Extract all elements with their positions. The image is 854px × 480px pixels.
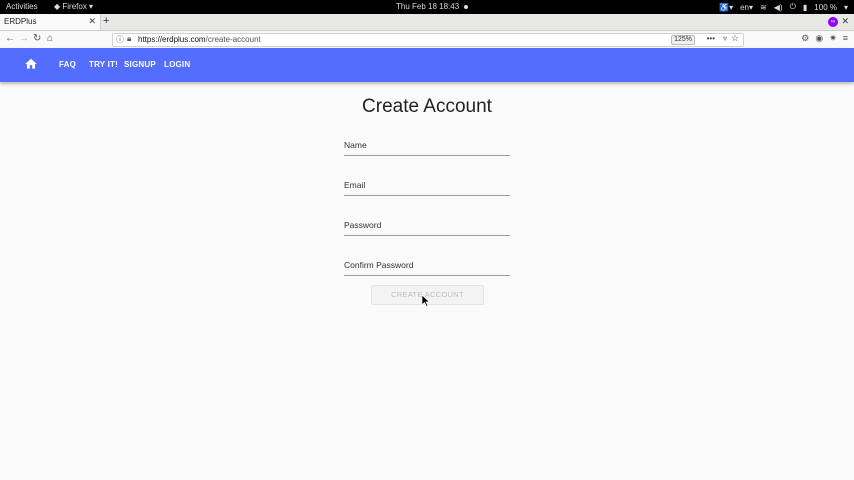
app-menu[interactable]: ◆ Firefox ▾	[54, 2, 93, 11]
name-input[interactable]	[344, 135, 510, 155]
email-input[interactable]	[344, 175, 510, 195]
battery-level: 100 %	[814, 2, 837, 12]
menu-icon[interactable]: ≡	[843, 33, 848, 44]
new-tab-icon[interactable]: +	[103, 15, 109, 27]
password-input[interactable]	[344, 215, 510, 235]
browser-toolbar: ← → ↻ ⌂ ⓘ 🔒︎ https://erdplus.com/create-…	[0, 31, 854, 49]
page-title: Create Account	[362, 96, 492, 117]
home-icon[interactable]: ⌂	[47, 33, 53, 44]
lock-icon[interactable]: 🔒︎	[127, 34, 131, 44]
pocket-icon[interactable]: ▿	[723, 34, 727, 43]
reload-icon[interactable]: ↻	[33, 33, 41, 44]
system-tray[interactable]: ♿▾ en▾ ≋ ◀) ⏻ ▮ 100 % ▾	[719, 2, 848, 12]
theme-icon[interactable]: ✷	[829, 33, 837, 44]
power-icon: ⏻	[789, 2, 796, 11]
activities-button[interactable]: Activities	[6, 2, 38, 11]
chevron-down-icon[interactable]: ▾	[844, 3, 848, 12]
nav-login[interactable]: LOGIN	[164, 60, 190, 69]
url-path: /create-account	[205, 35, 261, 44]
accessibility-icon[interactable]: ♿▾	[719, 3, 733, 12]
keyboard-layout[interactable]: en▾	[740, 3, 753, 12]
close-tab-icon[interactable]: ✕	[88, 16, 96, 27]
mouse-cursor-icon	[422, 295, 430, 307]
url-bar[interactable]: ⓘ 🔒︎ https://erdplus.com/create-account …	[112, 33, 744, 47]
settings-icon[interactable]: ⚙	[801, 33, 809, 44]
app-menu-label: Firefox	[62, 2, 87, 11]
tab-erdplus[interactable]: ERDPlus ✕	[0, 14, 101, 30]
url-host: https://erdplus.com	[138, 35, 206, 44]
nav-signup[interactable]: SIGNUP	[124, 60, 156, 69]
app-header: FAQ TRY IT! SIGNUP LOGIN	[0, 48, 854, 82]
system-top-bar: Activities ◆ Firefox ▾ Thu Feb 18 18:43 …	[0, 0, 854, 14]
keyboard-layout-label: en	[740, 2, 750, 12]
back-icon[interactable]: ←	[5, 33, 15, 44]
nav-faq[interactable]: FAQ	[59, 60, 76, 69]
zoom-level[interactable]: 125%	[671, 35, 695, 45]
url-text[interactable]: https://erdplus.com/create-account	[138, 35, 261, 44]
tab-bar: ERDPlus ✕ + ∞ ✕	[0, 14, 854, 31]
close-window-icon[interactable]: ✕	[841, 16, 849, 27]
bookmark-star-icon[interactable]: ☆	[731, 33, 739, 44]
tab-title: ERDPlus	[4, 17, 37, 26]
home-icon[interactable]	[24, 57, 38, 71]
confirm-password-field	[344, 255, 510, 276]
clock[interactable]: Thu Feb 18 18:43	[396, 2, 459, 11]
nav-try-it[interactable]: TRY IT!	[89, 60, 118, 69]
notification-dot	[464, 5, 468, 9]
site-info-icon[interactable]: ⓘ	[116, 34, 124, 45]
wifi-icon: ≋	[760, 2, 767, 12]
confirm-password-input[interactable]	[344, 255, 510, 275]
extension-icon[interactable]: ◉	[815, 33, 823, 44]
password-field	[344, 215, 510, 236]
toolbar-extensions: ⚙ ◉ ✷ ≡	[801, 33, 848, 44]
email-field	[344, 175, 510, 196]
volume-icon: ◀)	[773, 2, 783, 12]
battery-icon: ▮	[802, 2, 808, 12]
name-field	[344, 135, 510, 156]
forward-icon[interactable]: →	[19, 33, 29, 44]
page-actions-icon[interactable]: •••	[707, 34, 715, 43]
private-browsing-icon[interactable]: ∞	[828, 17, 838, 27]
